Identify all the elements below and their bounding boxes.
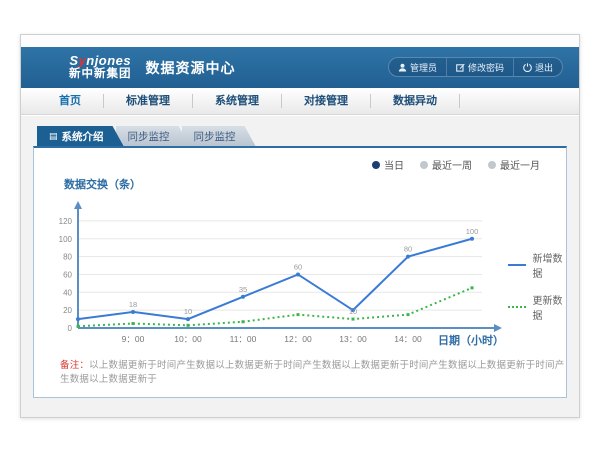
power-icon bbox=[523, 63, 532, 72]
company-logo: Synjones 新中新集团 bbox=[69, 54, 132, 81]
svg-text:80: 80 bbox=[404, 245, 412, 254]
edit-icon bbox=[456, 63, 465, 72]
logout-button[interactable]: 退出 bbox=[513, 58, 562, 76]
tab-sync-monitor-2[interactable]: 同步监控 bbox=[182, 126, 256, 146]
svg-text:20: 20 bbox=[63, 306, 72, 315]
tab-sync-monitor-1[interactable]: 同步监控 bbox=[116, 126, 190, 146]
current-user-button[interactable]: 管理员 bbox=[389, 58, 446, 76]
line-chart: 0 20 40 60 80 100 120 9：00 10：00 11：00 12：00 13：00 1… bbox=[44, 194, 566, 361]
svg-text:120: 120 bbox=[59, 217, 73, 226]
nav-item-home[interactable]: 首页 bbox=[37, 94, 104, 108]
radio-last-month[interactable]: 最近一月 bbox=[488, 157, 540, 172]
radio-dot-icon bbox=[372, 161, 380, 169]
user-icon bbox=[398, 63, 407, 72]
svg-text:18: 18 bbox=[129, 300, 137, 309]
radio-today[interactable]: 当日 bbox=[372, 157, 404, 172]
svg-text:60: 60 bbox=[63, 270, 72, 279]
main-nav: 首页 标准管理 系统管理 对接管理 数据异动 bbox=[21, 88, 579, 115]
svg-text:14：00: 14：00 bbox=[394, 334, 422, 344]
page-title: 数据资源中心 bbox=[146, 58, 236, 78]
content-area: ▤ 系统介绍 同步监控 同步监控 当日 最近一周 bbox=[21, 116, 579, 417]
time-range-filter: 当日 最近一周 最近一月 bbox=[372, 157, 540, 172]
tab-bar: ▤ 系统介绍 同步监控 同步监控 bbox=[37, 126, 567, 146]
svg-text:35: 35 bbox=[239, 285, 247, 294]
window-top-strip bbox=[21, 35, 579, 47]
dotted-line-icon bbox=[508, 306, 526, 308]
svg-text:40: 40 bbox=[63, 288, 72, 297]
chart-legend: 新增数据 更新数据 bbox=[508, 250, 566, 361]
document-icon: ▤ bbox=[49, 132, 58, 141]
radio-last-week[interactable]: 最近一周 bbox=[420, 157, 472, 172]
nav-item-data-change[interactable]: 数据异动 bbox=[371, 94, 460, 108]
legend-item-update-data[interactable]: 更新数据 bbox=[508, 292, 566, 322]
svg-text:9：00: 9：00 bbox=[122, 334, 145, 344]
svg-text:13：00: 13：00 bbox=[339, 334, 367, 344]
footnote-text: 以上数据更新于时间产生数据以上数据更新于时间产生数据以上数据更新于时间产生数据以… bbox=[60, 360, 564, 385]
svg-text:10: 10 bbox=[184, 307, 192, 316]
radio-dot-icon bbox=[488, 161, 496, 169]
radio-dot-icon bbox=[420, 161, 428, 169]
logo-company-name: 新中新集团 bbox=[69, 69, 132, 81]
nav-item-standard-mgmt[interactable]: 标准管理 bbox=[104, 94, 193, 108]
chart-panel: 当日 最近一周 最近一月 数据交换（条） 0 20 40 60 80 100 120 9：00… bbox=[33, 146, 567, 398]
svg-text:0: 0 bbox=[68, 324, 73, 333]
change-password-button[interactable]: 修改密码 bbox=[446, 58, 513, 76]
nav-item-interface-mgmt[interactable]: 对接管理 bbox=[282, 94, 371, 108]
legend-item-new-data[interactable]: 新增数据 bbox=[508, 250, 566, 280]
footer-strip bbox=[33, 398, 567, 422]
footnote-label: 备注： bbox=[60, 360, 89, 371]
logo-brand-text: Synjones bbox=[69, 54, 132, 67]
svg-text:60: 60 bbox=[294, 262, 302, 271]
svg-text:11：00: 11：00 bbox=[230, 334, 257, 344]
app-header: Synjones 新中新集团 数据资源中心 管理员 修改密码 退出 bbox=[21, 47, 579, 88]
y-axis-title: 数据交换（条） bbox=[64, 176, 141, 192]
footnote: 备注：以上数据更新于时间产生数据以上数据更新于时间产生数据以上数据更新于时间产生… bbox=[60, 357, 566, 385]
solid-line-icon bbox=[508, 264, 526, 266]
svg-text:100: 100 bbox=[466, 227, 479, 236]
svg-text:100: 100 bbox=[59, 235, 73, 244]
tab-system-intro[interactable]: ▤ 系统介绍 bbox=[37, 126, 124, 146]
svg-text:10: 10 bbox=[349, 307, 357, 316]
chart-plot-area: 0 20 40 60 80 100 120 9：00 10：00 11：00 12：00 13：00 1… bbox=[44, 194, 506, 361]
svg-text:80: 80 bbox=[63, 253, 72, 262]
app-window: Synjones 新中新集团 数据资源中心 管理员 修改密码 退出 bbox=[20, 34, 580, 418]
user-action-bar: 管理员 修改密码 退出 bbox=[388, 57, 563, 77]
svg-text:10：00: 10：00 bbox=[174, 334, 202, 344]
nav-item-system-mgmt[interactable]: 系统管理 bbox=[193, 94, 282, 108]
svg-text:12：00: 12：00 bbox=[284, 334, 312, 344]
svg-text:日期（小时）: 日期（小时） bbox=[438, 333, 504, 347]
